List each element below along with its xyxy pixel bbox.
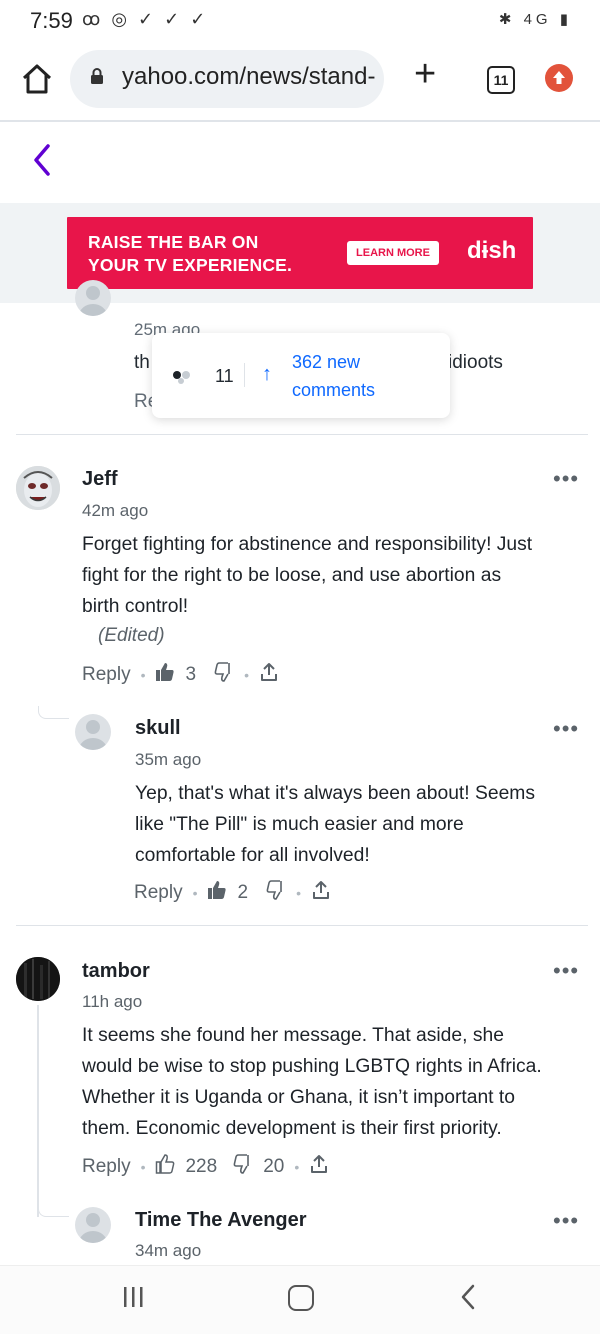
share-icon[interactable] xyxy=(309,1154,329,1180)
avatar xyxy=(75,280,111,316)
recent-apps-icon[interactable] xyxy=(122,1286,144,1308)
comment-timestamp: 42m ago xyxy=(82,501,149,520)
reply-button[interactable]: Reply xyxy=(82,664,131,686)
comment-text-fragment: th xyxy=(134,352,150,373)
learn-more-button[interactable]: LEARN MORE xyxy=(347,241,439,265)
comment-actions: Reply • 228 20 • xyxy=(82,1154,329,1180)
thread-connector xyxy=(38,1204,69,1217)
toolbar-divider xyxy=(0,120,600,122)
comment-divider xyxy=(16,925,588,926)
system-navigation-bar xyxy=(0,1265,600,1334)
lock-icon xyxy=(90,68,104,84)
avatar[interactable] xyxy=(16,466,60,510)
more-options-icon[interactable]: ••• xyxy=(553,466,579,492)
commenter-name[interactable]: skull xyxy=(135,717,181,740)
thumbs-down-icon[interactable] xyxy=(214,662,234,688)
thumbs-up-icon[interactable] xyxy=(155,1154,175,1180)
thumbs-down-icon[interactable] xyxy=(233,1154,253,1180)
comment-timestamp: 35m ago xyxy=(135,750,202,769)
status-bar: 7:59 ꝏ ◎ ✓ ✓ ✓ ✱ 4G ▮ xyxy=(0,0,600,44)
tab-switcher-button[interactable]: 11 xyxy=(487,66,515,94)
ad-headline: RAISE THE BAR ON YOUR TV EXPERIENCE. xyxy=(88,232,293,275)
thumbs-up-icon[interactable] xyxy=(155,662,175,688)
more-options-icon[interactable]: ••• xyxy=(553,716,579,742)
notification-icons: ꝏ ◎ ✓ ✓ ✓ xyxy=(82,9,209,29)
edited-label: (Edited) xyxy=(98,625,165,646)
home-button-icon[interactable] xyxy=(288,1285,314,1311)
thumbs-up-icon[interactable] xyxy=(207,880,227,906)
more-options-icon[interactable]: ••• xyxy=(553,958,579,984)
comment-text: Forget fighting for abstinence and respo… xyxy=(82,534,533,617)
commenter-name[interactable]: tambor xyxy=(82,960,150,983)
status-time: 7:59 xyxy=(30,8,73,33)
avatar[interactable] xyxy=(75,714,111,750)
comment-divider xyxy=(16,434,588,435)
home-icon[interactable] xyxy=(18,60,56,98)
update-icon[interactable] xyxy=(545,64,573,92)
thumbs-down-icon[interactable] xyxy=(266,880,286,906)
arrow-up-icon: ↑ xyxy=(262,363,272,385)
thread-line xyxy=(37,1005,39,1217)
new-comments-pill[interactable]: 11 ↑ 362 new comments xyxy=(152,333,450,418)
presence-dots-icon xyxy=(172,370,198,384)
comment-text: It seems she found her message. That asi… xyxy=(82,1025,542,1139)
pill-divider xyxy=(244,363,245,387)
dislike-count: 20 xyxy=(263,1156,285,1177)
comment-timestamp: 34m ago xyxy=(135,1241,202,1260)
comment-actions: Reply • 3 • xyxy=(82,662,279,688)
commenter-name[interactable]: Time The Avenger xyxy=(135,1209,307,1232)
like-count: 3 xyxy=(185,664,197,685)
browser-toolbar: yahoo.com/news/stand- + 11 xyxy=(0,44,600,120)
url-text: yahoo.com/news/stand- xyxy=(122,63,376,90)
ad-brand-logo: dɨsh xyxy=(467,237,517,264)
like-count: 228 xyxy=(185,1156,218,1177)
back-arrow-icon[interactable] xyxy=(30,142,54,178)
commenter-name[interactable]: Jeff xyxy=(82,468,118,491)
comment-timestamp: 11h ago xyxy=(82,992,143,1011)
advertisement-banner[interactable]: RAISE THE BAR ON YOUR TV EXPERIENCE. LEA… xyxy=(67,217,533,289)
viewer-count: 11 xyxy=(215,366,234,386)
comment-text-fragment: idioots xyxy=(448,352,503,373)
share-icon[interactable] xyxy=(311,880,331,906)
system-back-icon[interactable] xyxy=(460,1283,476,1311)
avatar[interactable] xyxy=(16,957,60,1001)
thread-connector xyxy=(38,706,69,719)
like-count: 2 xyxy=(237,882,249,903)
comment-actions: Reply • 2 • xyxy=(134,880,331,906)
reply-button[interactable]: Reply xyxy=(134,882,183,904)
avatar[interactable] xyxy=(75,1207,111,1243)
new-tab-button[interactable]: + xyxy=(414,54,436,94)
comment-text: Yep, that's what it's always been about!… xyxy=(135,783,536,866)
share-icon[interactable] xyxy=(259,662,279,688)
reply-button[interactable]: Reply xyxy=(82,1156,131,1178)
address-bar[interactable]: yahoo.com/news/stand- xyxy=(70,50,384,108)
more-options-icon[interactable]: ••• xyxy=(553,1208,579,1234)
new-comments-link[interactable]: 362 new comments xyxy=(292,348,402,404)
system-status-icons: ✱ 4G ▮ xyxy=(498,11,572,28)
